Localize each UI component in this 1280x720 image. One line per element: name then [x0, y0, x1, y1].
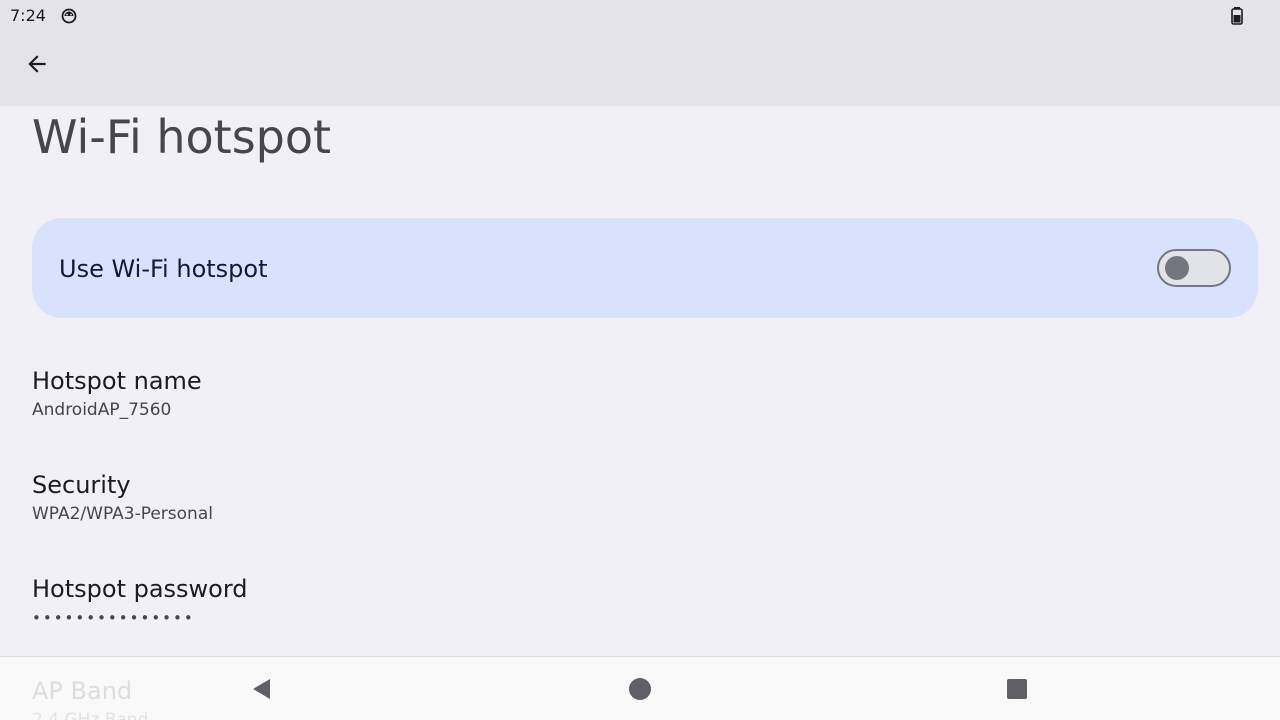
- wifi-hotspot-screen: Wi-Fi hotspot Use Wi-Fi hotspot Hotspot …: [0, 0, 1280, 720]
- settings-content: Wi-Fi hotspot Use Wi-Fi hotspot Hotspot …: [0, 0, 1280, 720]
- top-app-bar: 7:24: [0, 0, 1280, 106]
- pref-hotspot-password-title: Hotspot password: [32, 575, 248, 603]
- status-time: 7:24: [10, 6, 46, 25]
- nav-home-button[interactable]: [616, 665, 664, 713]
- android-robot-icon: [61, 8, 77, 24]
- pref-hotspot-password[interactable]: Hotspot password •••••••••••••••: [0, 562, 1280, 666]
- toggle-thumb: [1165, 256, 1189, 280]
- system-navigation-bar: [0, 656, 1280, 720]
- nav-home-circle-icon: [629, 678, 651, 700]
- pref-hotspot-name[interactable]: Hotspot name AndroidAP_7560: [0, 354, 1280, 458]
- back-button[interactable]: [14, 41, 60, 87]
- arrow-back-icon: [28, 55, 46, 73]
- battery-icon: [1231, 7, 1243, 25]
- pref-hotspot-name-summary: AndroidAP_7560: [32, 400, 172, 420]
- pref-security-summary: WPA2/WPA3-Personal: [32, 504, 213, 524]
- nav-back-triangle-icon: [253, 679, 270, 699]
- nav-recents-button[interactable]: [993, 665, 1041, 713]
- page-title: Wi-Fi hotspot: [32, 110, 332, 164]
- pref-security[interactable]: Security WPA2/WPA3-Personal: [0, 458, 1280, 562]
- pref-hotspot-name-title: Hotspot name: [32, 367, 202, 395]
- use-wifi-hotspot-toggle[interactable]: [1157, 249, 1231, 287]
- nav-back-button[interactable]: [238, 665, 286, 713]
- nav-recents-square-icon: [1007, 679, 1027, 699]
- pref-security-title: Security: [32, 471, 131, 499]
- use-wifi-hotspot-label: Use Wi-Fi hotspot: [59, 255, 268, 283]
- pref-hotspot-password-summary: •••••••••••••••: [32, 609, 195, 627]
- use-wifi-hotspot-switch-bar[interactable]: Use Wi-Fi hotspot: [32, 218, 1258, 318]
